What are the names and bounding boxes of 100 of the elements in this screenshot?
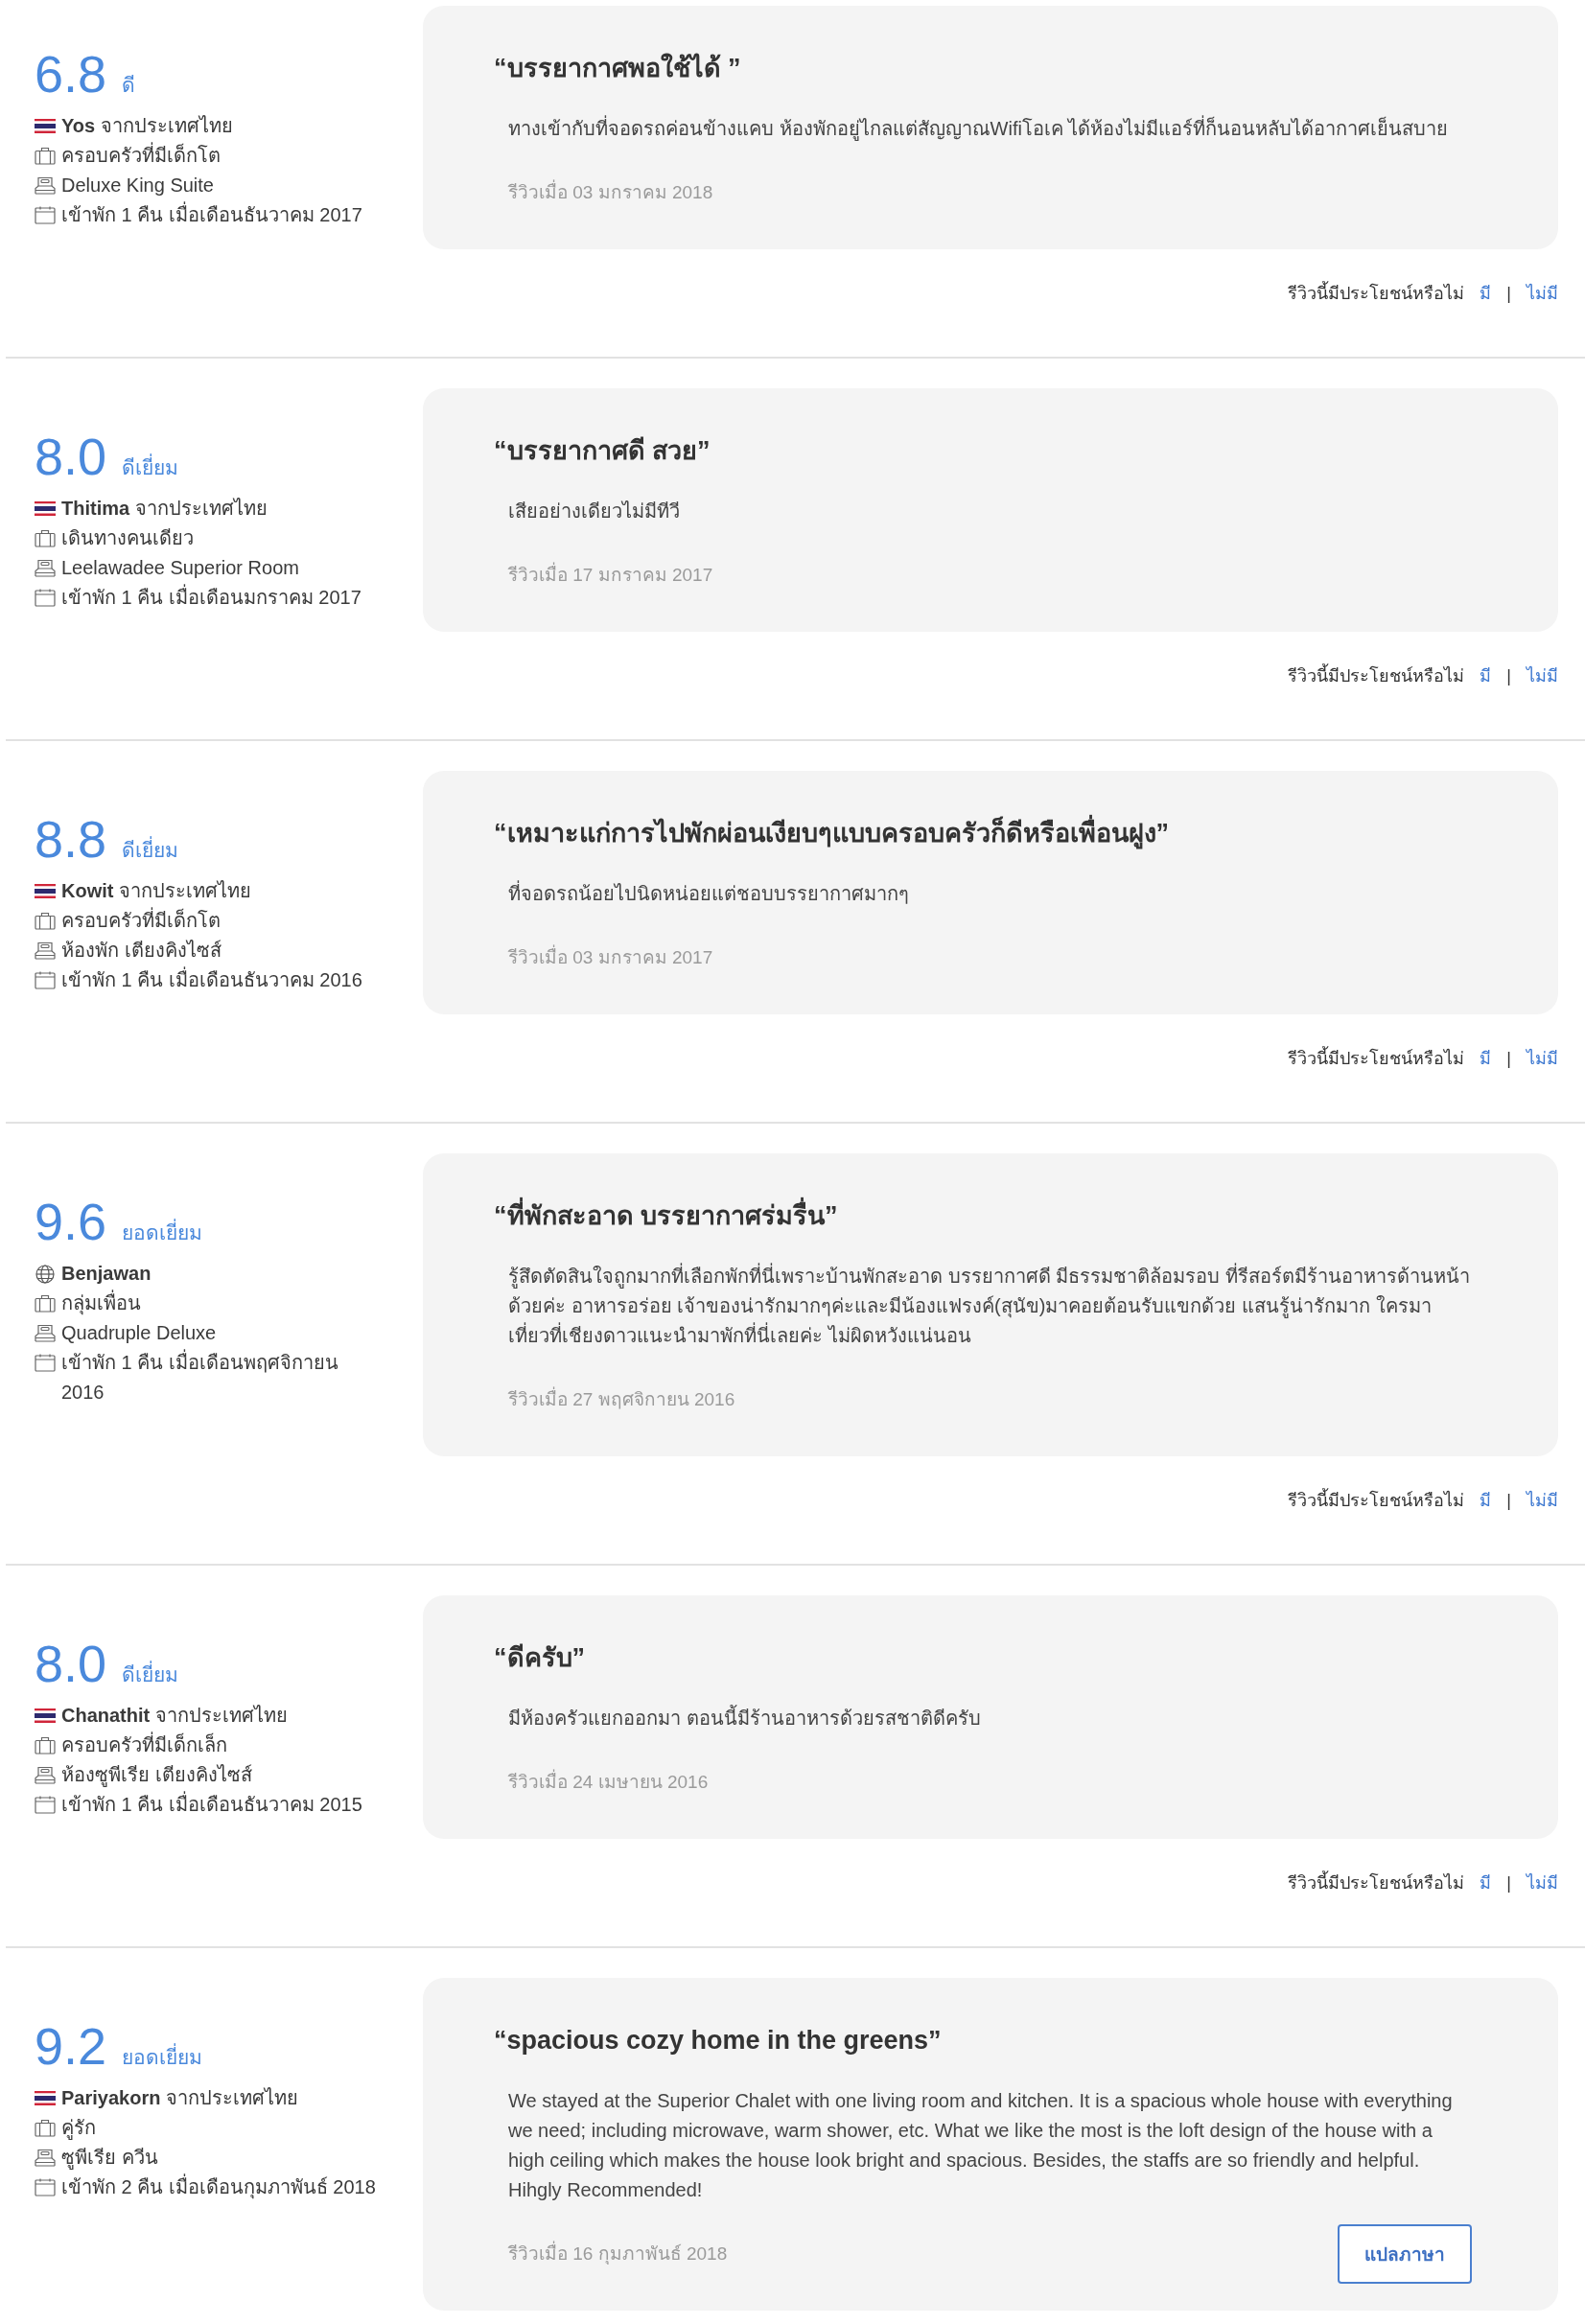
traveler-type: กลุ่มเพื่อน xyxy=(61,1289,141,1318)
review-text: ทางเข้ากับที่จอดรถค่อนข้างแคบ ห้องพักอยู่ไกลแต่สัญญาณWifiโอเค ได้ห้องไม่มีแอร์ที่ก็นอนหลับได้อากาศเย็นสบาย xyxy=(508,114,1472,144)
room-type: ห้องพัก เตียงคิงไซส์ xyxy=(61,939,221,963)
briefcase-icon xyxy=(35,1736,56,1755)
briefcase-icon xyxy=(35,2119,56,2137)
reviewer-country: จากประเทศไทย xyxy=(101,114,234,138)
review-score: 8.0 xyxy=(35,430,107,482)
reviewer-name: Yos xyxy=(61,114,96,138)
review-score: 8.8 xyxy=(35,813,107,865)
traveler-type: ครอบครัวที่มีเด็กเล็ก xyxy=(61,1731,227,1760)
traveler-type: ครอบครัวที่มีเด็กโต xyxy=(61,906,221,936)
helpful-no-link[interactable]: ไม่มี xyxy=(1527,1046,1558,1071)
helpful-no-link[interactable]: ไม่มี xyxy=(1527,281,1558,306)
room-type: Deluxe King Suite xyxy=(61,174,214,198)
briefcase-icon xyxy=(35,912,56,930)
helpful-question: รีวิวนี้มีประโยชน์หรือไม่ xyxy=(1288,663,1465,688)
score-label: ดีเยี่ยม xyxy=(122,834,179,866)
reviewer-name: Kowit xyxy=(61,879,114,903)
review-title: “บรรยากาศดี สวย” xyxy=(494,435,711,467)
calendar-icon xyxy=(35,589,56,607)
helpful-no-link[interactable]: ไม่มี xyxy=(1527,663,1558,688)
review-text: มีห้องครัวแยกออกมา ตอนนี้มีร้านอาหารด้วยรสชาติดีครับ xyxy=(508,1704,1472,1733)
translate-button[interactable]: แปลภาษา xyxy=(1338,2224,1472,2284)
bed-icon xyxy=(35,941,56,960)
calendar-icon xyxy=(35,2178,56,2196)
helpful-no-link[interactable]: ไม่มี xyxy=(1527,1488,1558,1513)
review-title: “บรรยากาศพอใช้ได้ ” xyxy=(494,52,742,84)
score-label: ดีเยี่ยม xyxy=(122,452,179,483)
review-title: “ที่พักสะอาด บรรยากาศร่มรื่น” xyxy=(494,1199,1472,1232)
calendar-icon xyxy=(35,1796,56,1814)
reviewer-country: จากประเทศไทย xyxy=(166,2086,299,2110)
helpful-yes-link[interactable]: มี xyxy=(1480,1488,1492,1513)
thai-flag-icon xyxy=(35,884,56,898)
helpful-no-link[interactable]: ไม่มี xyxy=(1527,1871,1558,1895)
review-date: รีวิวเมื่อ 27 พฤศจิกายน 2016 xyxy=(508,1385,735,1414)
stay-date: เข้าพัก 1 คืน เมื่อเดือนมกราคม 2017 xyxy=(61,583,361,613)
bed-icon xyxy=(35,176,56,195)
stay-date: เข้าพัก 1 คืน เมื่อเดือนพฤศจิกายน 2016 xyxy=(61,1348,381,1407)
review-date: รีวิวเมื่อ 03 มกราคม 2017 xyxy=(508,943,713,972)
stay-date: เข้าพัก 2 คืน เมื่อเดือนกุมภาพันธ์ 2018 xyxy=(61,2173,376,2202)
thai-flag-icon xyxy=(35,119,56,133)
helpful-separator: | xyxy=(1506,1048,1511,1070)
bed-icon xyxy=(35,2149,56,2167)
calendar-icon xyxy=(35,206,56,224)
room-type: ห้องซูพีเรีย เตียงคิงไซส์ xyxy=(61,1763,252,1789)
globe-icon xyxy=(35,1265,56,1284)
reviewer-name: Pariyakorn xyxy=(61,2086,161,2110)
reviewer-country: จากประเทศไทย xyxy=(135,497,268,521)
review-score: 9.2 xyxy=(35,2020,107,2072)
briefcase-icon xyxy=(35,1294,56,1313)
helpful-yes-link[interactable]: มี xyxy=(1480,1871,1492,1895)
review-text: เสียอย่างเดียวไม่มีทีวี xyxy=(508,500,681,523)
traveler-type: ครอบครัวที่มีเด็กโต xyxy=(61,141,221,171)
room-type: Leelawadee Superior Room xyxy=(61,556,299,580)
bed-icon xyxy=(35,559,56,577)
traveler-type: เดินทางคนเดียว xyxy=(61,526,194,550)
reviewer-name: Chanathit xyxy=(61,1704,151,1728)
stay-date: เข้าพัก 1 คืน เมื่อเดือนธันวาคม 2016 xyxy=(61,965,362,995)
reviewer-name: Thitima xyxy=(61,497,130,521)
review-title: “ดีครับ” xyxy=(494,1642,586,1674)
helpful-separator: | xyxy=(1506,1872,1511,1894)
reviewer-name: Benjawan xyxy=(61,1262,152,1286)
review-score: 6.8 xyxy=(35,48,107,100)
review-title: “เหมาะแก่การไปพักผ่อนเงียบๆแบบครอบครัวก็ดีหรือเพื่อนฝูง” xyxy=(494,817,1472,849)
calendar-icon xyxy=(35,971,56,989)
thai-flag-icon xyxy=(35,2091,56,2105)
review-score: 8.0 xyxy=(35,1638,107,1689)
helpful-separator: | xyxy=(1506,1490,1511,1512)
review-text: ที่จอดรถน้อยไปนิดหน่อยแต่ชอบบรรยากาศมากๆ xyxy=(508,879,1472,909)
review-title: “spacious cozy home in the greens” xyxy=(494,2025,943,2057)
reviewer-country: จากประเทศไทย xyxy=(119,879,252,903)
helpful-question: รีวิวนี้มีประโยชน์หรือไม่ xyxy=(1288,1871,1465,1895)
room-type: Quadruple Deluxe xyxy=(61,1321,217,1345)
stay-date: เข้าพัก 1 คืน เมื่อเดือนธันวาคม 2017 xyxy=(61,200,362,230)
review-score: 9.6 xyxy=(35,1196,107,1247)
thai-flag-icon xyxy=(35,501,56,516)
briefcase-icon xyxy=(35,147,56,165)
helpful-separator: | xyxy=(1506,283,1511,305)
helpful-separator: | xyxy=(1506,665,1511,687)
score-label: ยอดเยี่ยม xyxy=(122,1217,203,1248)
review-text: รู้สึดตัดสินใจถูกมากที่เลือกพักที่นี่เพราะบ้านพักสะอาด บรรยากาศดี มีธรรมชาติล้อมรอบ ที่รีสอร์ตมีร้านอาหารด้านหน้าด้วยค่ะ อาหารอร่อย เจ้าของน่ารักมากๆค่ะและมีน้องแฟรงค์(สุนัข)มาคอยต้อนรับแขกด้วย แสนรู้น่ารักมาก ใครมาเที่ยวที่เชียงดาวแนะนำมาพักที่นี่เลยค่ะ ไม่ผิดหวังแน่นอน xyxy=(508,1262,1472,1351)
helpful-yes-link[interactable]: มี xyxy=(1480,663,1492,688)
briefcase-icon xyxy=(35,529,56,547)
helpful-question: รีวิวนี้มีประโยชน์หรือไม่ xyxy=(1288,281,1465,306)
bed-icon xyxy=(35,1324,56,1342)
review-text: We stayed at the Superior Chalet with one living room and kitchen. It is a spacious whole house with everything we need; including microwave, warm shower, etc. What we like the most is the loft design of the house with a high ceiling which makes the house look bright and spacious. Besides, the staffs are so friendly and helpful. Hihgly Recommended! xyxy=(508,2089,1454,2202)
helpful-yes-link[interactable]: มี xyxy=(1480,1046,1492,1071)
review-date: รีวิวเมื่อ 16 กุมภาพันธ์ 2018 xyxy=(508,2240,728,2268)
score-label: ดีเยี่ยม xyxy=(122,1659,179,1690)
room-type: ซูพีเรีย ควีน xyxy=(61,2146,158,2172)
helpful-question: รีวิวนี้มีประโยชน์หรือไม่ xyxy=(1288,1046,1465,1071)
calendar-icon xyxy=(35,1354,56,1372)
helpful-yes-link[interactable]: มี xyxy=(1480,281,1492,306)
stay-date: เข้าพัก 1 คืน เมื่อเดือนธันวาคม 2015 xyxy=(61,1790,362,1820)
reviewer-country: จากประเทศไทย xyxy=(155,1704,289,1728)
bed-icon xyxy=(35,1766,56,1784)
review-date: รีวิวเมื่อ 03 มกราคม 2018 xyxy=(508,178,713,207)
traveler-type: คู่รัก xyxy=(61,2116,96,2142)
review-date: รีวิวเมื่อ 24 เมษายน 2016 xyxy=(508,1768,709,1797)
score-label: ยอดเยี่ยม xyxy=(122,2041,203,2073)
